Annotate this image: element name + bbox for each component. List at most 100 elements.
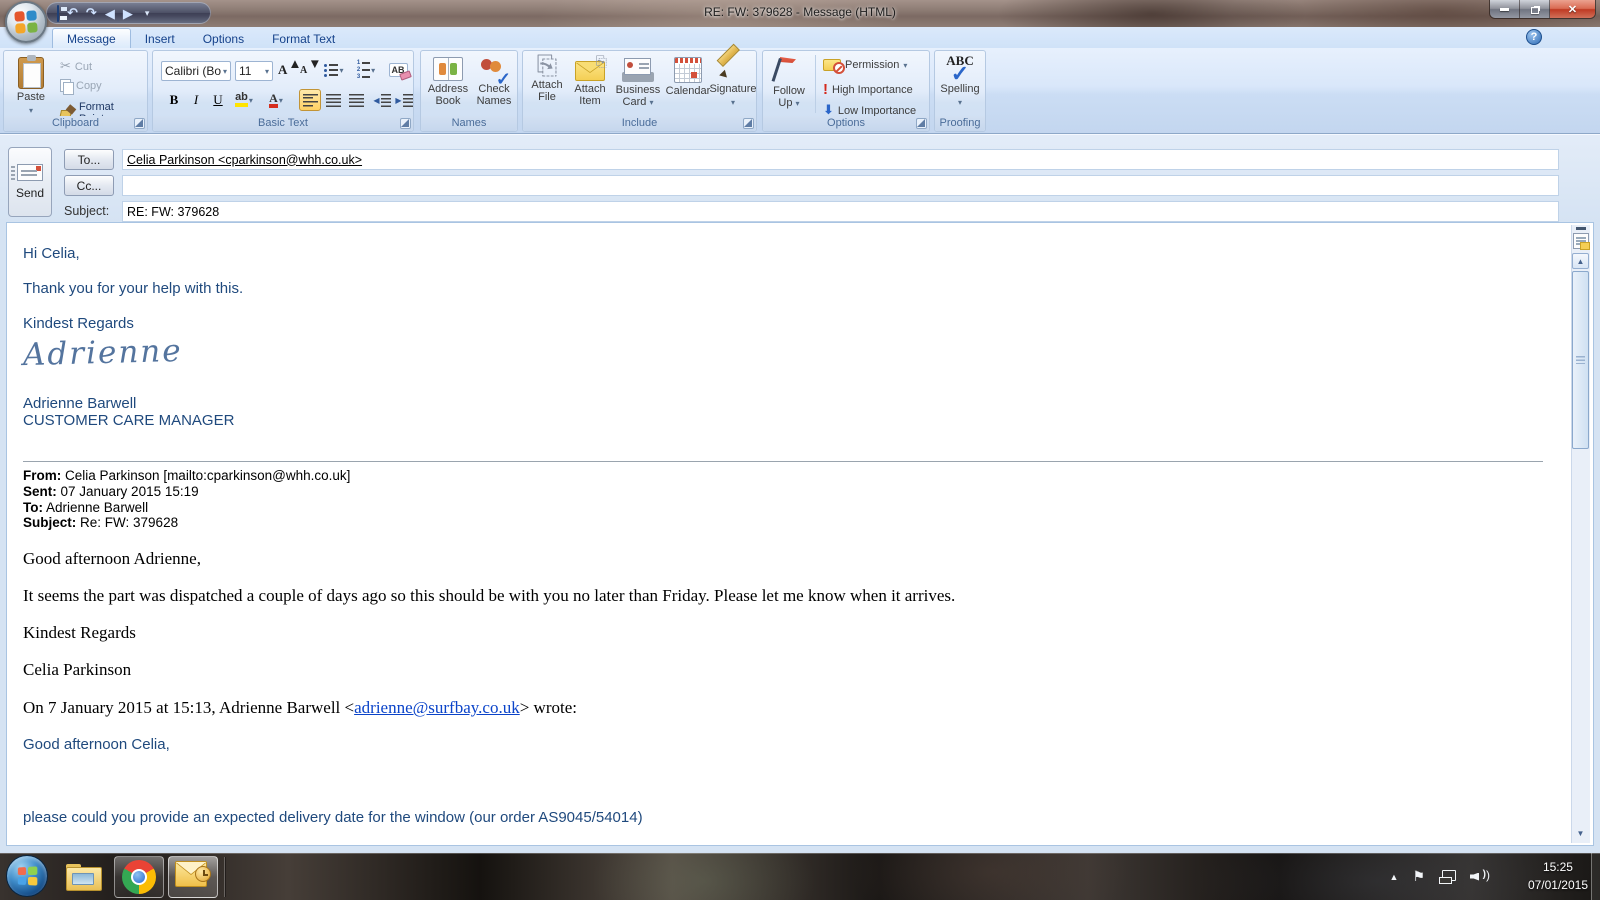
taskbar: ▲ ⚑ ) 15:25 07/01/2015	[0, 853, 1600, 900]
copy-icon	[60, 79, 74, 95]
scrollbar[interactable]: ▲ ▼	[1571, 225, 1590, 843]
check-names-icon: ✓	[479, 57, 511, 88]
calendar-icon	[674, 57, 702, 83]
undo-icon[interactable]: ↶	[67, 7, 78, 20]
tab-options[interactable]: Options	[189, 29, 258, 48]
scrollbar-thumb[interactable]	[1572, 271, 1589, 449]
tab-format-text[interactable]: Format Text	[258, 29, 349, 48]
scroll-down-icon[interactable]: ▼	[1572, 825, 1589, 841]
help-icon[interactable]: ?	[1526, 29, 1542, 45]
attach-file-button[interactable]: ⎘ Attach File	[525, 51, 569, 103]
close-button[interactable]: ✕	[1550, 0, 1595, 18]
basic-text-dialog-launcher-icon[interactable]	[400, 118, 411, 129]
show-desktop-button[interactable]	[1591, 853, 1600, 900]
group-names: Address Book ✓ Check Names Names	[420, 50, 518, 132]
align-center-button[interactable]	[322, 89, 344, 111]
clock-date: 07/01/2015	[1527, 878, 1588, 892]
signature-title: CUSTOMER CARE MANAGER	[23, 412, 235, 429]
copy-button: Copy	[60, 79, 102, 95]
redo-icon[interactable]: ↷	[86, 7, 97, 20]
taskbar-clock[interactable]: 15:25 07/01/2015	[1528, 858, 1588, 894]
clear-formatting-button[interactable]: AB	[387, 59, 409, 81]
bullets-icon	[324, 64, 338, 77]
high-importance-button[interactable]: ! High Importance	[823, 81, 913, 98]
calendar-button[interactable]: Calendar	[665, 51, 711, 97]
split-handle[interactable]	[1576, 227, 1586, 230]
underline-button[interactable]: U	[207, 89, 229, 111]
to-field[interactable]: Celia Parkinson <cparkinson@whh.co.uk>	[122, 149, 1559, 170]
attach-item-button[interactable]: ⎘ Attach Item	[569, 51, 611, 107]
save-icon[interactable]	[57, 4, 59, 22]
restore-button[interactable]	[1520, 0, 1550, 18]
ribbon-tab-row: Message Insert Options Format Text ?	[0, 27, 1600, 48]
increase-indent-icon: ▶	[395, 93, 413, 107]
increase-indent-button[interactable]: ▶	[393, 89, 415, 111]
italic-button[interactable]: I	[185, 89, 207, 111]
customize-qat-icon[interactable]: ▾	[145, 8, 150, 19]
orig-greeting: Good afternoon Celia,	[23, 736, 170, 753]
action-center-flag-icon[interactable]: ⚑	[1412, 868, 1425, 885]
to-button[interactable]: To...	[64, 149, 114, 170]
cut-icon: ✂	[60, 59, 71, 74]
quoted-sent: Sent: 07 January 2015 15:19	[23, 484, 199, 499]
email-link[interactable]: adrienne@surfbay.co.uk	[354, 698, 520, 717]
high-importance-icon: !	[823, 81, 828, 98]
clipboard-dialog-launcher-icon[interactable]	[134, 118, 145, 129]
taskbar-chrome-button[interactable]	[114, 856, 164, 898]
font-color-icon: A	[269, 92, 278, 108]
permission-button[interactable]: Permission ▾	[823, 59, 907, 74]
signature-name: Adrienne Barwell	[23, 395, 137, 412]
minimize-button[interactable]	[1490, 0, 1520, 18]
reply-regards: Kindest Regards	[23, 623, 136, 642]
scroll-up-icon[interactable]: ▲	[1572, 253, 1589, 269]
start-button[interactable]	[6, 855, 48, 897]
check-names-button[interactable]: ✓ Check Names	[473, 53, 515, 107]
message-options-icon[interactable]	[1573, 233, 1590, 250]
volume-icon[interactable]: )	[1470, 868, 1490, 884]
bold-button[interactable]: B	[163, 89, 185, 111]
business-card-icon	[622, 58, 654, 82]
highlight-button[interactable]: ab ▾	[233, 89, 255, 111]
attach-file-icon: ⎘	[536, 51, 558, 81]
signature-button[interactable]: Signature ▾	[709, 51, 757, 109]
paste-button[interactable]: Paste ▾	[10, 53, 52, 117]
system-tray: ▲ ⚑ )	[1390, 853, 1490, 900]
include-dialog-launcher-icon[interactable]	[743, 118, 754, 129]
cc-button[interactable]: Cc...	[64, 175, 114, 196]
font-size-select[interactable]: 11 ▾	[235, 61, 273, 81]
permission-icon	[823, 59, 845, 74]
font-color-button[interactable]: A ▾	[265, 89, 287, 111]
align-center-icon	[325, 93, 341, 107]
align-left-button[interactable]	[299, 89, 321, 111]
body-thanks: Thank you for your help with this.	[23, 280, 244, 297]
spelling-button[interactable]: ABC ✓ Spelling ▾	[937, 51, 983, 109]
bullets-button[interactable]: ▾	[323, 59, 345, 81]
ribbon: Paste▾ ✂ Cut Copy Format Painter Clipboa…	[0, 48, 1600, 134]
decrease-indent-button[interactable]: ◀	[371, 89, 393, 111]
office-button[interactable]	[5, 1, 47, 43]
send-button[interactable]: Send	[8, 147, 52, 217]
window-controls: ✕	[1489, 0, 1596, 19]
font-name-select[interactable]: Calibri (Bo ▾	[161, 61, 231, 81]
taskbar-outlook-button[interactable]	[168, 856, 218, 898]
options-dialog-launcher-icon[interactable]	[916, 118, 927, 129]
address-book-button[interactable]: Address Book	[425, 53, 471, 107]
cut-button: ✂ Cut	[60, 59, 93, 74]
numbering-button[interactable]: 1 2 3 ▾	[355, 59, 377, 81]
tab-message[interactable]: Message	[52, 28, 131, 48]
quoted-to: To: Adrienne Barwell	[23, 500, 149, 515]
follow-up-button[interactable]: Follow Up ▾	[767, 51, 811, 110]
cc-field[interactable]	[122, 175, 1559, 196]
hidden-icons-arrow-icon[interactable]: ▲	[1390, 872, 1399, 882]
business-card-button[interactable]: Business Card ▾	[611, 51, 665, 109]
network-icon[interactable]	[1439, 869, 1456, 884]
message-body-editor[interactable]: Hi Celia, Thank you for your help with t…	[6, 222, 1594, 846]
shrink-font-button[interactable]: A ▼	[299, 56, 322, 81]
quick-access-toolbar: ↶ ↷ ◀ ▶ ▾	[46, 2, 211, 24]
reply-greeting: Good afternoon Adrienne,	[23, 549, 201, 568]
body-regards: Kindest Regards	[23, 315, 134, 332]
tab-insert[interactable]: Insert	[131, 29, 189, 48]
subject-field[interactable]: RE: FW: 379628	[122, 201, 1559, 222]
align-right-button[interactable]	[345, 89, 367, 111]
taskbar-explorer-button[interactable]	[58, 856, 108, 898]
